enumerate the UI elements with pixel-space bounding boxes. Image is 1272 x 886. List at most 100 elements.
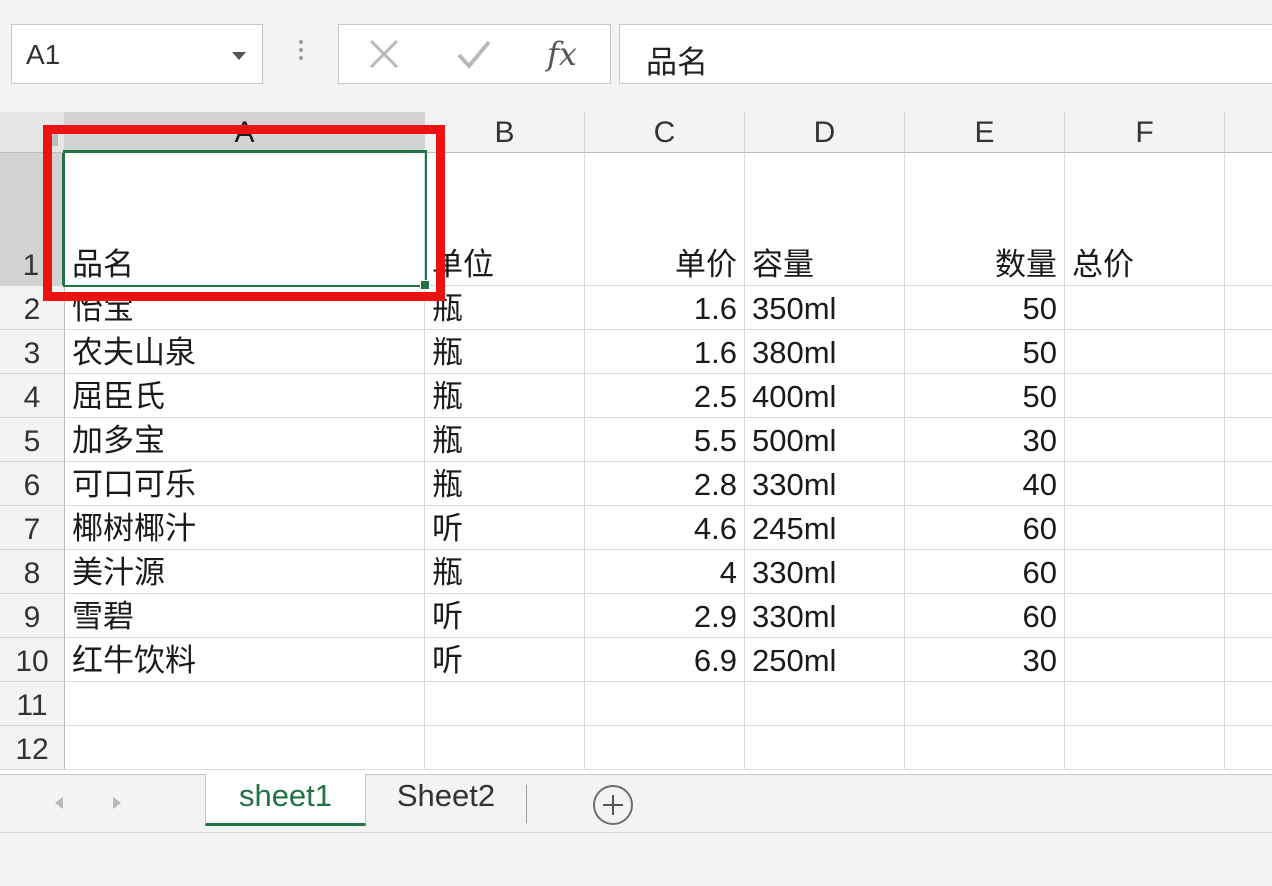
row-header-1[interactable]: 1	[0, 153, 65, 286]
scroll-tabs-right-icon[interactable]	[113, 797, 121, 809]
cell-f9[interactable]	[1065, 594, 1225, 638]
cell-d6[interactable]: 330ml	[745, 462, 905, 506]
cell-a12[interactable]	[65, 726, 425, 770]
cell-f1[interactable]: 总价	[1065, 153, 1225, 286]
cell-f6[interactable]	[1065, 462, 1225, 506]
row-header-9[interactable]: 9	[0, 594, 65, 638]
cell-e1[interactable]: 数量	[905, 153, 1065, 286]
cell-e4[interactable]: 50	[905, 374, 1065, 418]
cell-d3[interactable]: 380ml	[745, 330, 905, 374]
cell-c9[interactable]: 2.9	[585, 594, 745, 638]
cell-b1[interactable]: 单位	[425, 153, 585, 286]
cell-c3[interactable]: 1.6	[585, 330, 745, 374]
cell-e12[interactable]	[905, 726, 1065, 770]
cell-c4[interactable]: 2.5	[585, 374, 745, 418]
cell-c10[interactable]: 6.9	[585, 638, 745, 682]
cell-g7[interactable]	[1225, 506, 1272, 550]
cell-f10[interactable]	[1065, 638, 1225, 682]
column-header-a[interactable]: A	[65, 112, 425, 153]
insert-function-button[interactable]: fx	[527, 25, 597, 83]
cell-g12[interactable]	[1225, 726, 1272, 770]
cell-d1[interactable]: 容量	[745, 153, 905, 286]
cell-e6[interactable]: 40	[905, 462, 1065, 506]
chevron-down-icon[interactable]	[232, 52, 246, 60]
cell-a9[interactable]: 雪碧	[65, 594, 425, 638]
cell-e10[interactable]: 30	[905, 638, 1065, 682]
scroll-tabs-left-icon[interactable]	[55, 797, 63, 809]
column-header-next[interactable]	[1225, 112, 1272, 153]
cell-g10[interactable]	[1225, 638, 1272, 682]
cell-f7[interactable]	[1065, 506, 1225, 550]
cell-e11[interactable]	[905, 682, 1065, 726]
cell-f8[interactable]	[1065, 550, 1225, 594]
cell-g9[interactable]	[1225, 594, 1272, 638]
cell-g11[interactable]	[1225, 682, 1272, 726]
row-header-3[interactable]: 3	[0, 330, 65, 374]
cell-b10[interactable]: 听	[425, 638, 585, 682]
column-header-c[interactable]: C	[585, 112, 745, 153]
cell-d11[interactable]	[745, 682, 905, 726]
cell-d12[interactable]	[745, 726, 905, 770]
cell-d9[interactable]: 330ml	[745, 594, 905, 638]
cell-a2[interactable]: 怡宝	[65, 286, 425, 330]
cell-g2[interactable]	[1225, 286, 1272, 330]
cell-a10[interactable]: 红牛饮料	[65, 638, 425, 682]
row-header-5[interactable]: 5	[0, 418, 65, 462]
cell-f4[interactable]	[1065, 374, 1225, 418]
cell-g5[interactable]	[1225, 418, 1272, 462]
cell-d4[interactable]: 400ml	[745, 374, 905, 418]
cell-d10[interactable]: 250ml	[745, 638, 905, 682]
cell-f5[interactable]	[1065, 418, 1225, 462]
cell-d2[interactable]: 350ml	[745, 286, 905, 330]
cell-c2[interactable]: 1.6	[585, 286, 745, 330]
cell-e9[interactable]: 60	[905, 594, 1065, 638]
grip-icon[interactable]	[298, 40, 304, 68]
cell-b6[interactable]: 瓶	[425, 462, 585, 506]
cell-a11[interactable]	[65, 682, 425, 726]
cell-e3[interactable]: 50	[905, 330, 1065, 374]
sheet-tab-sheet2[interactable]: Sheet2	[366, 774, 526, 826]
cell-b5[interactable]: 瓶	[425, 418, 585, 462]
cell-a6[interactable]: 可口可乐	[65, 462, 425, 506]
cell-d7[interactable]: 245ml	[745, 506, 905, 550]
cell-d8[interactable]: 330ml	[745, 550, 905, 594]
enter-button[interactable]	[439, 25, 509, 83]
cell-f12[interactable]	[1065, 726, 1225, 770]
cell-g1[interactable]	[1225, 153, 1272, 286]
cell-f2[interactable]	[1065, 286, 1225, 330]
cell-b3[interactable]: 瓶	[425, 330, 585, 374]
cell-c1[interactable]: 单价	[585, 153, 745, 286]
cell-b2[interactable]: 瓶	[425, 286, 585, 330]
cell-b11[interactable]	[425, 682, 585, 726]
cell-d5[interactable]: 500ml	[745, 418, 905, 462]
row-header-4[interactable]: 4	[0, 374, 65, 418]
cell-g4[interactable]	[1225, 374, 1272, 418]
row-header-2[interactable]: 2	[0, 286, 65, 330]
cell-f11[interactable]	[1065, 682, 1225, 726]
row-header-12[interactable]: 12	[0, 726, 65, 770]
cell-b7[interactable]: 听	[425, 506, 585, 550]
row-header-6[interactable]: 6	[0, 462, 65, 506]
cell-c12[interactable]	[585, 726, 745, 770]
row-header-11[interactable]: 11	[0, 682, 65, 726]
row-header-8[interactable]: 8	[0, 550, 65, 594]
cell-c7[interactable]: 4.6	[585, 506, 745, 550]
cell-f3[interactable]	[1065, 330, 1225, 374]
cell-a3[interactable]: 农夫山泉	[65, 330, 425, 374]
cell-e7[interactable]: 60	[905, 506, 1065, 550]
column-header-d[interactable]: D	[745, 112, 905, 153]
cell-e5[interactable]: 30	[905, 418, 1065, 462]
cell-a1[interactable]: 品名	[65, 153, 425, 286]
cell-c6[interactable]: 2.8	[585, 462, 745, 506]
name-box[interactable]: A1	[11, 24, 263, 84]
cell-e8[interactable]: 60	[905, 550, 1065, 594]
row-header-7[interactable]: 7	[0, 506, 65, 550]
cell-a5[interactable]: 加多宝	[65, 418, 425, 462]
column-header-b[interactable]: B	[425, 112, 585, 153]
cell-g8[interactable]	[1225, 550, 1272, 594]
cell-a4[interactable]: 屈臣氏	[65, 374, 425, 418]
formula-input[interactable]: 品名	[619, 24, 1272, 84]
column-header-e[interactable]: E	[905, 112, 1065, 153]
cell-a7[interactable]: 椰树椰汁	[65, 506, 425, 550]
select-all-button[interactable]	[0, 112, 65, 153]
